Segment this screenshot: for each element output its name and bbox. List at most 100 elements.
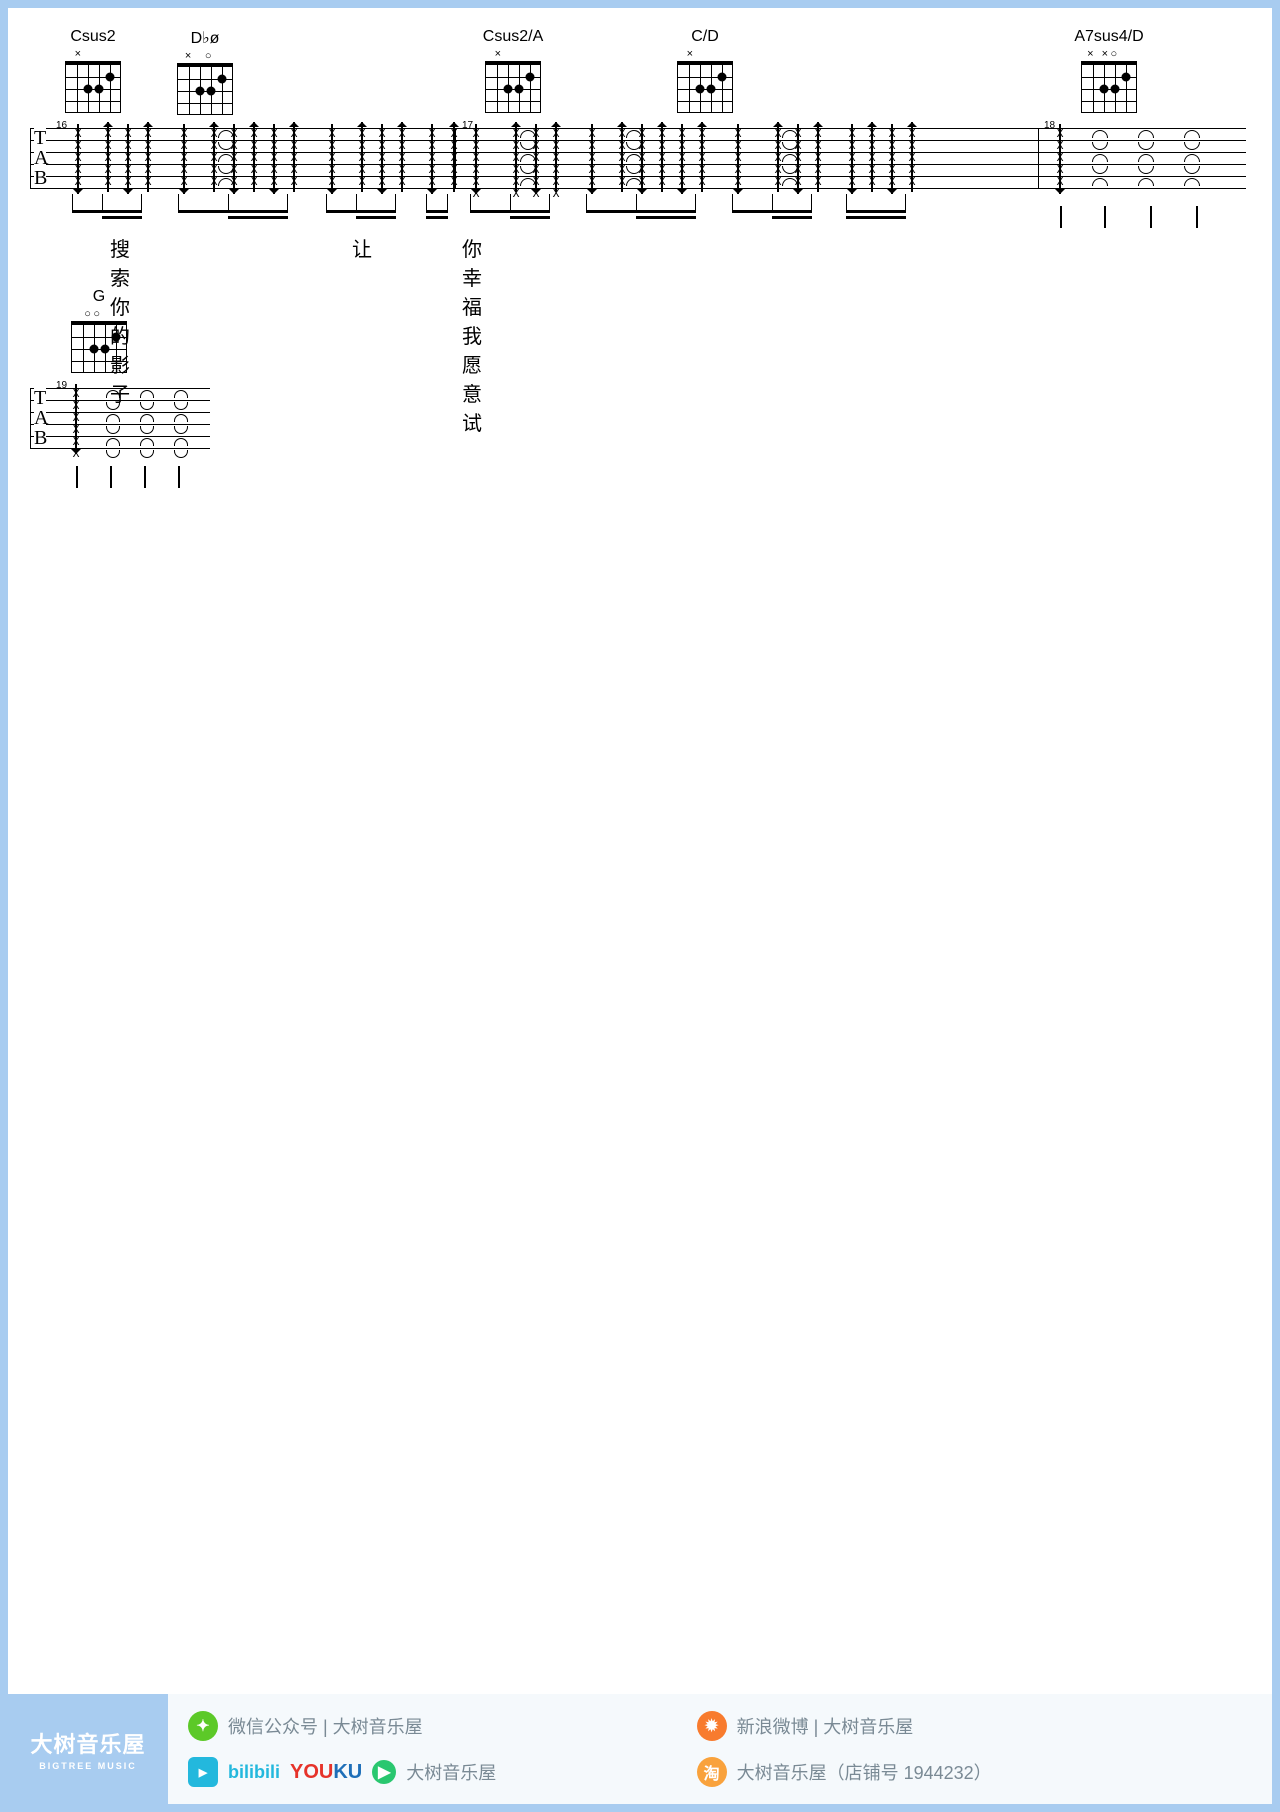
beat-mark (1150, 206, 1152, 228)
strum-mark: XXXXX (616, 128, 628, 188)
strum-mark: XXXXX (732, 128, 744, 188)
brand-name-en: BIGTREE MUSIC (39, 1761, 137, 1771)
footer-links: ✦ 微信公众号 | 大树音乐屋 ▶ bilibili YOUKU ▶ 大树音乐屋… (168, 1694, 1272, 1804)
chord-name: Csus2 (58, 28, 128, 46)
chord-xo: × ×○ (1074, 48, 1144, 60)
strum-mark: XXXXX (792, 128, 804, 188)
chord-grid (65, 61, 121, 113)
taobao-text: 大树音乐屋（店铺号 1944232） (737, 1759, 992, 1785)
weibo-icon: ✹ (697, 1711, 727, 1741)
beam (772, 194, 812, 224)
strum-mark: XXXXX (288, 128, 300, 188)
strum-mark: XXXXX (586, 128, 598, 188)
chord-grid (485, 61, 541, 113)
youku-text: YOUKU (290, 1761, 362, 1784)
chord-name: C/D (670, 28, 740, 46)
chord-xo: × (670, 48, 740, 60)
wechat-row: ✦ 微信公众号 | 大树音乐屋 (188, 1711, 496, 1741)
strum-mark: XXXXX (906, 128, 918, 188)
bilibili-text: bilibili (228, 1762, 280, 1783)
strum-mark: XXXXX (356, 128, 368, 188)
strum-mark: XXXXX (772, 128, 784, 188)
strum-mark: XXXXX (696, 128, 708, 188)
strum-mark: XXXXX (248, 128, 260, 188)
footer-brand: 大树音乐屋 BIGTREE MUSIC (8, 1694, 168, 1804)
tab-label-2: TAB (34, 388, 46, 448)
chord-name: D♭ø (170, 28, 240, 48)
chord-diagram: A7sus4/D × ×○ (1074, 28, 1144, 113)
strum-mark: XXXXX (448, 128, 460, 188)
beat-mark (110, 466, 112, 488)
chord-diagram: D♭ø × ○ (170, 28, 240, 115)
video-row: ▶ bilibili YOUKU ▶ 大树音乐屋 (188, 1757, 496, 1787)
chord-name: Csus2/A (478, 28, 548, 46)
strum-mark: XXXXX (228, 128, 240, 188)
beam (846, 194, 906, 224)
measure-number-16: 16 (56, 120, 67, 131)
chord-diagram: Csus2/A × (478, 28, 548, 113)
weibo-row: ✹ 新浪微博 | 大树音乐屋 (697, 1711, 992, 1741)
chord-xo: × (58, 48, 128, 60)
beat-mark (144, 466, 146, 488)
strum-mark: XXXXX (326, 128, 338, 188)
lyrics-segment-3: 你 幸 福 我 愿 意 试 (462, 233, 502, 436)
chord-diagram: G ○○ (64, 288, 134, 373)
measure-number-19: 19 (56, 380, 67, 391)
strum-mark: XXXXX (122, 128, 134, 188)
strum-mark: XXXXX (142, 128, 154, 188)
bilibili-icon: ▶ (188, 1757, 218, 1787)
video-suffix: 大树音乐屋 (406, 1759, 496, 1785)
chord-diagram: Csus2 × (58, 28, 128, 113)
footer: 大树音乐屋 BIGTREE MUSIC ✦ 微信公众号 | 大树音乐屋 ▶ bi… (8, 1694, 1272, 1804)
strum-mark: XXXXX (426, 128, 438, 188)
strum-mark: XXXXXX (550, 128, 562, 200)
wechat-icon: ✦ (188, 1711, 218, 1741)
chord-name: G (64, 288, 134, 306)
strum-mark: XXXXX (886, 128, 898, 188)
strum-mark: XXXXX (636, 128, 648, 188)
taobao-icon: 淘 (697, 1757, 727, 1787)
beam (356, 194, 396, 224)
beat-mark (1104, 206, 1106, 228)
chord-xo: × ○ (170, 50, 240, 62)
beat-mark (178, 466, 180, 488)
strum-mark: XXXXX (396, 128, 408, 188)
strum-mark: XXXXX (178, 128, 190, 188)
beam (636, 194, 696, 224)
chord-grid (71, 321, 127, 373)
strum-mark: XXXXX (812, 128, 824, 188)
beam (510, 194, 550, 224)
beam (426, 194, 448, 224)
strum-mark: XXXXX (846, 128, 858, 188)
chord-xo: ○○ (64, 308, 134, 320)
chord-grid (1081, 61, 1137, 113)
strum-mark: XXXXX (376, 128, 388, 188)
strum-mark: XXXXX (866, 128, 878, 188)
chord-xo: × (478, 48, 548, 60)
strum-mark: XXXXXX (510, 128, 522, 200)
strum-mark: XXXXX (656, 128, 668, 188)
wechat-text: 微信公众号 | 大树音乐屋 (228, 1713, 423, 1739)
strum-mark: XXXXXX (530, 128, 542, 200)
strum-mark: XXXXX (676, 128, 688, 188)
strum-mark: XXXXX (268, 128, 280, 188)
chord-name: A7sus4/D (1074, 28, 1144, 46)
brand-name-cn: 大树音乐屋 (30, 1727, 145, 1759)
strum-mark: XXXXX (102, 128, 114, 188)
footer-col-left: ✦ 微信公众号 | 大树音乐屋 ▶ bilibili YOUKU ▶ 大树音乐屋 (188, 1711, 496, 1787)
beat-mark (76, 466, 78, 488)
beam (102, 194, 142, 224)
beat-mark (1060, 206, 1062, 228)
youku-play-icon: ▶ (372, 1760, 396, 1784)
beat-mark (1196, 206, 1198, 228)
weibo-text: 新浪微博 | 大树音乐屋 (737, 1713, 914, 1739)
taobao-row: 淘 大树音乐屋（店铺号 1944232） (697, 1757, 992, 1787)
tab-label: TAB (34, 128, 46, 188)
strum-mark: XXXXXX (70, 388, 82, 460)
chord-grid (177, 63, 233, 115)
footer-col-right: ✹ 新浪微博 | 大树音乐屋 淘 大树音乐屋（店铺号 1944232） (697, 1711, 992, 1787)
sheet-content: Csus2 × D♭ø × ○ Csus2/A × C/D × (8, 8, 1272, 1804)
strum-mark: XXXXXX (470, 128, 482, 200)
chord-grid (677, 61, 733, 113)
beam (228, 194, 288, 224)
